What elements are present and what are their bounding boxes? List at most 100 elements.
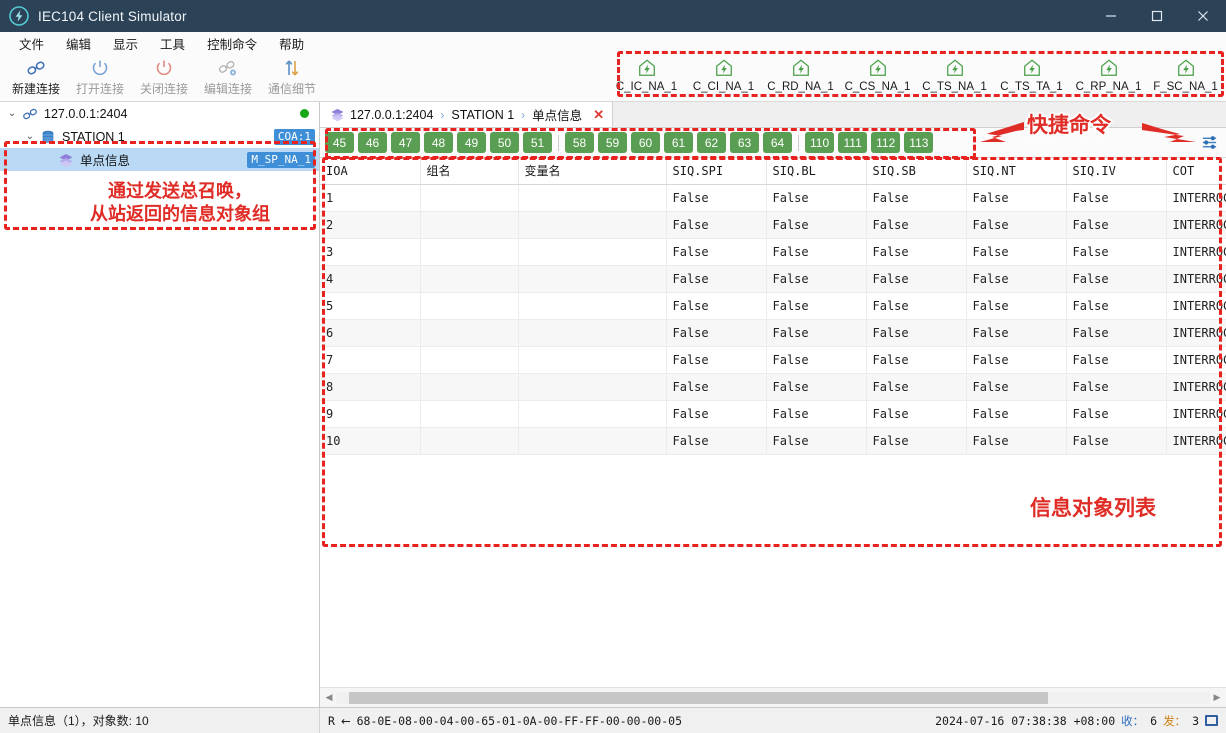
table-row[interactable]: 2 False False False False False INTERROG… xyxy=(320,211,1226,239)
cell-varname xyxy=(518,427,667,455)
cell-ioa: 9 xyxy=(320,400,421,428)
cot-badge[interactable]: 62 xyxy=(697,132,726,153)
cot-badge[interactable]: 47 xyxy=(391,132,420,153)
cot-badge[interactable]: 48 xyxy=(424,132,453,153)
menu-item-file[interactable]: 文件 xyxy=(8,32,55,55)
column-header-siq-iv[interactable]: SIQ.IV xyxy=(1066,158,1167,185)
type-id-badge: M_SP_NA_1 xyxy=(247,151,315,168)
link-icon xyxy=(26,57,46,79)
column-header-siq-sb[interactable]: SIQ.SB xyxy=(866,158,967,185)
comm-detail-button[interactable]: 通信细节 xyxy=(260,54,324,100)
command-button-c-ts-na-1[interactable]: C_TS_NA_1 xyxy=(916,54,993,100)
column-header-cot[interactable]: COT xyxy=(1166,158,1226,185)
column-header-siq-nt[interactable]: SIQ.NT xyxy=(966,158,1067,185)
cell-cot: INTERROGATED_B xyxy=(1166,373,1226,401)
table-row[interactable]: 8 False False False False False INTERROG… xyxy=(320,373,1226,401)
cell-cot: INTERROGATED_B xyxy=(1166,292,1226,320)
menu-item-view[interactable]: 显示 xyxy=(102,32,149,55)
menu-item-tools[interactable]: 工具 xyxy=(149,32,196,55)
cot-badge[interactable]: 49 xyxy=(457,132,486,153)
cell-cot: INTERROGATED_B xyxy=(1166,184,1226,212)
command-button-c-ts-ta-1[interactable]: C_TS_TA_1 xyxy=(993,54,1070,100)
command-button-f-sc-na-1[interactable]: F_SC_NA_1 xyxy=(1147,54,1224,100)
scrollbar-thumb[interactable] xyxy=(349,691,1049,704)
edit-connection-button[interactable]: 编辑连接 xyxy=(196,54,260,100)
chevron-down-icon[interactable]: ⌄ xyxy=(4,108,20,119)
settings-sliders-icon[interactable] xyxy=(1201,134,1218,151)
table-row[interactable]: 10 False False False False False INTERRO… xyxy=(320,427,1226,455)
layers-icon xyxy=(56,152,76,168)
table-row[interactable]: 4 False False False False False INTERROG… xyxy=(320,265,1226,293)
table-row[interactable]: 5 False False False False False INTERROG… xyxy=(320,292,1226,320)
cell-siq-bl: False xyxy=(766,319,867,347)
close-connection-button[interactable]: 关闭连接 xyxy=(132,54,196,100)
maximize-button[interactable] xyxy=(1134,0,1180,32)
column-header-group[interactable]: 组名 xyxy=(420,158,519,185)
command-button-c-ci-na-1[interactable]: C_CI_NA_1 xyxy=(685,54,762,100)
menu-item-help[interactable]: 帮助 xyxy=(268,32,315,55)
scroll-left-arrow-icon[interactable]: ◀ xyxy=(322,692,336,703)
command-label: C_CS_NA_1 xyxy=(844,81,911,93)
column-header-siq-bl[interactable]: SIQ.BL xyxy=(766,158,867,185)
information-object-table-wrap[interactable]: IOA 组名 变量名 SIQ.SPI SIQ.BL SIQ.SB SIQ.NT … xyxy=(320,158,1226,687)
scroll-right-arrow-icon[interactable]: ▶ xyxy=(1210,692,1224,703)
scrollbar-track[interactable] xyxy=(336,691,1210,704)
window-icon[interactable] xyxy=(1205,715,1218,726)
close-button[interactable] xyxy=(1180,0,1226,32)
status-counters: 2024-07-16 07:38:38 +08:00 收： 6 发： 3 xyxy=(935,713,1226,729)
tab-close-icon[interactable]: ✕ xyxy=(593,107,604,123)
command-button-c-ic-na-1[interactable]: C_IC_NA_1 xyxy=(608,54,685,100)
open-connection-button[interactable]: 打开连接 xyxy=(68,54,132,100)
cell-varname xyxy=(518,346,667,374)
cot-badge[interactable]: 59 xyxy=(598,132,627,153)
cot-badge[interactable]: 113 xyxy=(904,132,934,153)
house-lightning-icon xyxy=(1099,57,1119,79)
menu-item-control[interactable]: 控制命令 xyxy=(196,32,268,55)
house-lightning-icon xyxy=(945,57,965,79)
table-row[interactable]: 1 False False False False False INTERROG… xyxy=(320,184,1226,212)
cell-siq-spi: False xyxy=(666,265,767,293)
breadcrumb-type: 单点信息 xyxy=(532,109,583,123)
content-pane: 127.0.0.1:2404 › STATION 1 › 单点信息 ✕ 45 4… xyxy=(320,102,1226,707)
column-header-siq-spi[interactable]: SIQ.SPI xyxy=(666,158,767,185)
cell-varname xyxy=(518,265,667,293)
cot-badge[interactable]: 50 xyxy=(490,132,519,153)
tree-node-station[interactable]: ⌄ STATION 1 COA:1 xyxy=(0,125,319,148)
table-row[interactable]: 7 False False False False False INTERROG… xyxy=(320,346,1226,374)
cot-badge[interactable]: 60 xyxy=(631,132,660,153)
cell-group xyxy=(420,346,519,374)
minimize-button[interactable] xyxy=(1088,0,1134,32)
column-header-varname[interactable]: 变量名 xyxy=(518,158,667,185)
cot-badge[interactable]: 46 xyxy=(358,132,387,153)
cot-badge[interactable]: 45 xyxy=(325,132,354,153)
table-horizontal-scrollbar[interactable]: ◀ ▶ xyxy=(320,687,1226,707)
table-row[interactable]: 9 False False False False False INTERROG… xyxy=(320,400,1226,428)
menu-item-edit[interactable]: 编辑 xyxy=(55,32,102,55)
command-label: C_TS_NA_1 xyxy=(922,81,987,93)
cot-badge[interactable]: 111 xyxy=(838,132,868,153)
new-connection-button[interactable]: 新建连接 xyxy=(4,54,68,100)
cot-badge[interactable]: 110 xyxy=(805,132,835,153)
cell-siq-nt: False xyxy=(966,211,1067,239)
column-header-ioa[interactable]: IOA xyxy=(320,158,421,185)
cot-badge[interactable]: 112 xyxy=(871,132,901,153)
cot-badge[interactable]: 61 xyxy=(664,132,693,153)
command-button-c-rp-na-1[interactable]: C_RP_NA_1 xyxy=(1070,54,1147,100)
cot-badge[interactable]: 63 xyxy=(730,132,759,153)
table-row[interactable]: 6 False False False False False INTERROG… xyxy=(320,319,1226,347)
table-row[interactable]: 3 False False False False False INTERROG… xyxy=(320,238,1226,266)
tree-node-single-point-info[interactable]: 单点信息 M_SP_NA_1 xyxy=(0,148,319,171)
command-button-c-cs-na-1[interactable]: C_CS_NA_1 xyxy=(839,54,916,100)
tab-single-point-info[interactable]: 127.0.0.1:2404 › STATION 1 › 单点信息 ✕ xyxy=(320,102,614,127)
cell-siq-nt: False xyxy=(966,346,1067,374)
cot-badge[interactable]: 64 xyxy=(763,132,792,153)
tree-node-connection[interactable]: ⌄ 127.0.0.1:2404 xyxy=(0,102,319,125)
cot-badge[interactable]: 51 xyxy=(523,132,552,153)
chevron-down-icon[interactable]: ⌄ xyxy=(22,131,38,142)
cell-siq-sb: False xyxy=(866,427,967,455)
command-button-c-rd-na-1[interactable]: C_RD_NA_1 xyxy=(762,54,839,100)
power-on-icon xyxy=(90,57,110,79)
connection-tree-pane: ⌄ 127.0.0.1:2404 ⌄ STATION 1 COA:1 单点信息 … xyxy=(0,102,320,707)
cell-siq-bl: False xyxy=(766,184,867,212)
cot-badge[interactable]: 58 xyxy=(565,132,594,153)
